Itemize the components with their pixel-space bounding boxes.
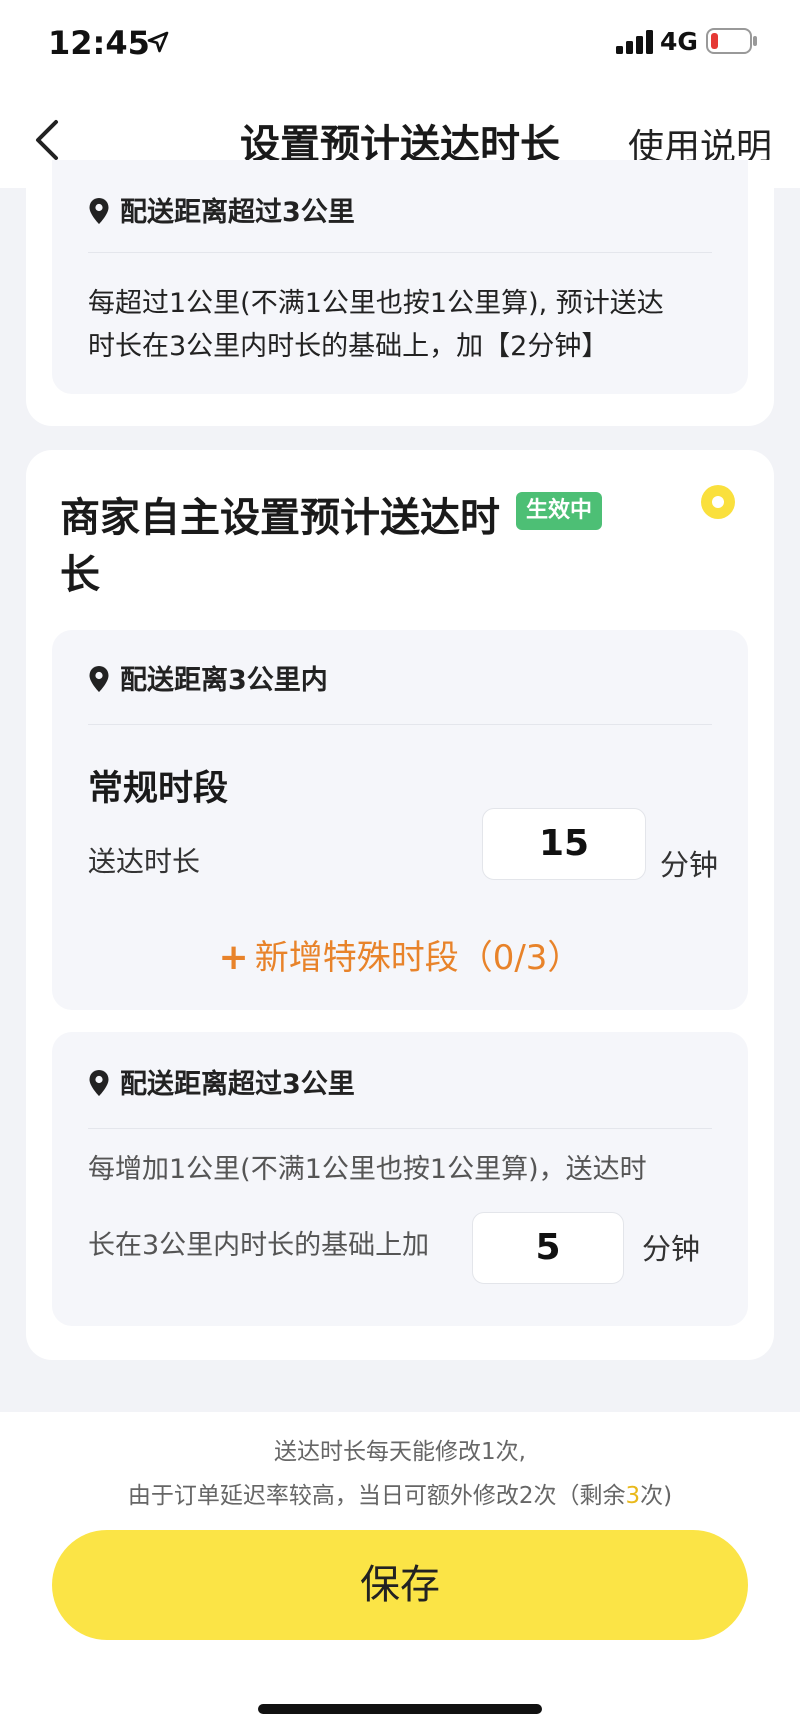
battery-low-icon <box>706 28 757 54</box>
extra-rule-line2: 长在3公里内时长的基础上加 <box>88 1230 430 1261</box>
regular-period-title: 常规时段 <box>88 769 229 809</box>
delivery-duration-input[interactable]: 15 <box>482 808 646 880</box>
radio-dot <box>712 496 724 508</box>
modify-limit-notice: 送达时长每天能修改1次, <box>274 1439 526 1465</box>
platform-default-card: 配送距离超过3公里 每超过1公里(不满1公里也按1公里算), 预计送达 时长在3… <box>26 160 774 426</box>
location-pin-icon <box>89 1070 109 1096</box>
unit-label: 分钟 <box>642 1232 701 1266</box>
add-special-period-label: 新增特殊时段（0/3） <box>254 938 582 978</box>
extra-minutes-input[interactable]: 5 <box>472 1212 624 1284</box>
notice-text: 次) <box>640 1483 673 1509</box>
divider <box>88 252 712 253</box>
select-radio[interactable] <box>701 485 735 519</box>
home-indicator <box>258 1704 542 1714</box>
distance-heading-text: 配送距离超过3公里 <box>120 197 355 228</box>
beyond-3km-platform-rule: 配送距离超过3公里 每超过1公里(不满1公里也按1公里算), 预计送达 时长在3… <box>52 160 748 394</box>
extra-modify-notice: 由于订单延迟率较高，当日可额外修改2次（剩余3次) <box>0 1476 800 1510</box>
distance-heading: 配送距离超过3公里 <box>88 190 355 229</box>
save-button[interactable]: 保存 <box>52 1530 748 1640</box>
location-pin-icon <box>89 198 109 224</box>
distance-heading: 配送距离超过3公里 <box>88 1062 355 1101</box>
distance-heading-text: 配送距离3公里内 <box>120 665 328 696</box>
platform-rule-description: 每超过1公里(不满1公里也按1公里算), 预计送达 时长在3公里内时长的基础上，… <box>88 282 708 368</box>
distance-heading: 配送距离3公里内 <box>88 658 328 697</box>
remaining-count: 3 <box>625 1483 641 1509</box>
description-line: 时长在3公里内时长的基础上，加【2分钟】 <box>88 331 609 362</box>
description-line: 每超过1公里(不满1公里也按1公里算), 预计送达 <box>88 288 664 319</box>
notice-text: 由于订单延迟率较高，当日可额外修改2次（剩余 <box>127 1483 626 1509</box>
plus-icon: + <box>218 937 249 978</box>
status-time: 12:45 <box>48 24 150 62</box>
location-arrow-icon <box>147 31 169 53</box>
card-title: 商家自主设置预计送达时长 <box>60 495 500 598</box>
divider <box>88 1128 712 1129</box>
distance-heading-text: 配送距离超过3公里 <box>120 1069 355 1100</box>
within-3km-setting: 配送距离3公里内 常规时段 送达时长 15 分钟 + 新增特殊时段（0/3） <box>52 630 748 1010</box>
beyond-3km-setting: 配送距离超过3公里 每增加1公里(不满1公里也按1公里算)，送达时 长在3公里内… <box>52 1032 748 1326</box>
divider <box>88 724 712 725</box>
status-bar: 12:45 4G <box>0 0 800 88</box>
extra-rule-line1: 每增加1公里(不满1公里也按1公里算)，送达时 <box>88 1154 647 1185</box>
footer: 送达时长每天能修改1次, 由于订单延迟率较高，当日可额外修改2次（剩余3次) 保… <box>0 1412 800 1731</box>
location-pin-icon <box>89 666 109 692</box>
add-special-period-button[interactable]: + 新增特殊时段（0/3） <box>52 930 748 979</box>
status-badge: 生效中 <box>516 492 602 530</box>
network-type: 4G <box>660 27 698 56</box>
unit-label: 分钟 <box>660 848 719 882</box>
merchant-custom-card: 商家自主设置预计送达时长 生效中 配送距离3公里内 常规时段 送达时长 15 分… <box>26 450 774 1360</box>
delivery-duration-label: 送达时长 <box>88 845 201 878</box>
signal-bars-icon <box>616 30 653 54</box>
